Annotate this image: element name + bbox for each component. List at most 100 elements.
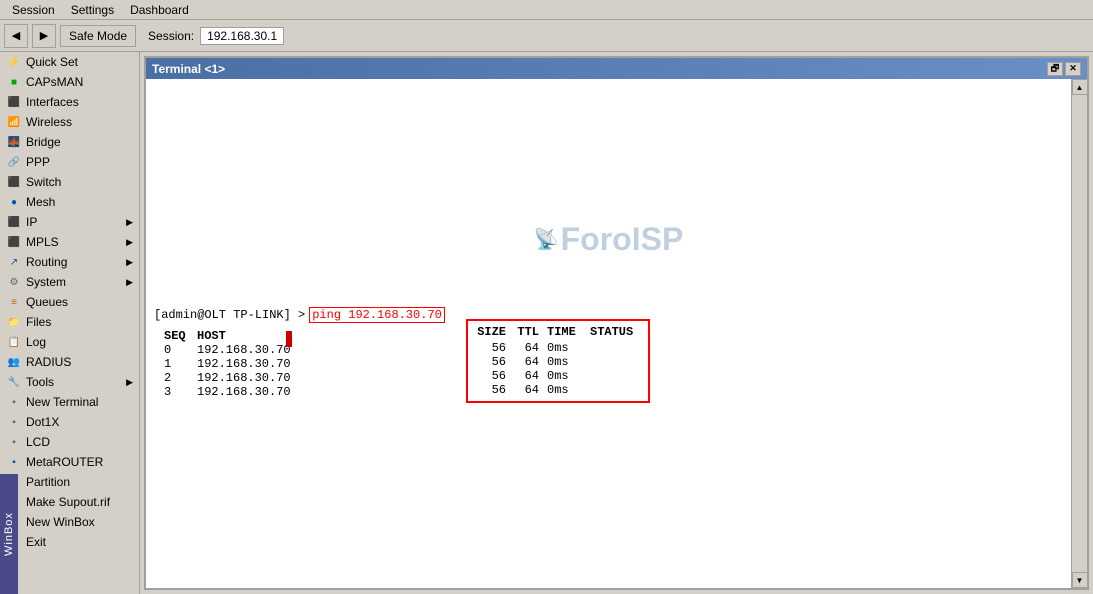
sidebar-item-mesh[interactable]: ● Mesh	[0, 192, 139, 212]
pr3-time: 0ms	[547, 383, 582, 397]
pr3-ttl: 64	[514, 383, 539, 397]
main-layout: ⚡ Quick Set ■ CAPsMAN ⬛ Interfaces 📶 Wir…	[0, 52, 1093, 594]
sidebar-label-mesh: Mesh	[26, 195, 55, 209]
sidebar-item-dot1x[interactable]: ▪ Dot1X	[0, 412, 139, 432]
terminal-content: 📡 ForoISP [admin@OLT TP-LINK] > ping 192…	[146, 79, 1071, 407]
pr2-ttl: 64	[514, 369, 539, 383]
sidebar-item-ip[interactable]: ⬛ IP ▶	[0, 212, 139, 232]
sidebar-item-routing[interactable]: ↗ Routing ▶	[0, 252, 139, 272]
sidebar-label-switch: Switch	[26, 175, 61, 189]
sidebar-item-tools[interactable]: 🔧 Tools ▶	[0, 372, 139, 392]
sidebar-label-lcd: LCD	[26, 435, 50, 449]
sidebar-label-tools: Tools	[26, 375, 54, 389]
header-host: HOST	[197, 329, 317, 343]
row3-host: 192.168.30.70	[197, 385, 317, 399]
menu-settings[interactable]: Settings	[63, 1, 122, 19]
scrollbar-track[interactable]	[1072, 95, 1087, 572]
sidebar-item-wireless[interactable]: 📶 Wireless	[0, 112, 139, 132]
terminal-prompt: [admin@OLT TP-LINK] >	[154, 308, 305, 322]
sidebar-item-ppp[interactable]: 🔗 PPP	[0, 152, 139, 172]
sidebar-item-partition[interactable]: ▪ Partition	[0, 472, 139, 492]
back-button[interactable]: ◀	[4, 24, 28, 48]
sidebar-label-queues: Queues	[26, 295, 68, 309]
watermark-text: ForoISP	[561, 221, 684, 258]
tools-arrow: ▶	[126, 377, 133, 388]
sidebar-item-log[interactable]: 📋 Log	[0, 332, 139, 352]
terminal-scrollbar: ▲ ▼	[1071, 79, 1087, 588]
session-label: Session:	[148, 29, 194, 43]
forward-button[interactable]: ▶	[32, 24, 56, 48]
sidebar-item-metarouter[interactable]: ▪ MetaROUTER	[0, 452, 139, 472]
sidebar-item-files[interactable]: 📁 Files	[0, 312, 139, 332]
mesh-icon: ●	[6, 194, 22, 210]
files-icon: 📁	[6, 314, 22, 330]
new-terminal-icon: ▪	[6, 394, 22, 410]
pr0-size: 56	[476, 341, 506, 355]
pr1-ttl: 64	[514, 355, 539, 369]
session-value: 192.168.30.1	[200, 27, 284, 45]
sidebar-item-radius[interactable]: 👥 RADIUS	[0, 352, 139, 372]
safe-mode-button[interactable]: Safe Mode	[60, 25, 136, 47]
terminal-controls: 🗗 ✕	[1047, 62, 1081, 76]
ping-results-box: SIZE TTL TIME STATUS 56 64 0ms	[466, 319, 650, 403]
sidebar-item-switch[interactable]: ⬛ Switch	[0, 172, 139, 192]
terminal-body[interactable]: 📡 ForoISP [admin@OLT TP-LINK] > ping 192…	[146, 79, 1071, 588]
wireless-icon: 📶	[6, 114, 22, 130]
mpls-arrow: ▶	[126, 237, 133, 248]
header-seq: SEQ	[164, 329, 189, 343]
quick-set-icon: ⚡	[6, 54, 22, 70]
terminal-title: Terminal <1>	[152, 62, 1047, 76]
sidebar-item-quick-set[interactable]: ⚡ Quick Set	[0, 52, 139, 72]
menu-bar: Session Settings Dashboard	[0, 0, 1093, 20]
terminal-restore-button[interactable]: 🗗	[1047, 62, 1063, 76]
sidebar-label-system: System	[26, 275, 66, 289]
row3-seq: 3	[164, 385, 189, 399]
pr2-size: 56	[476, 369, 506, 383]
ping-result-row-2: 56 64 0ms	[476, 369, 640, 383]
ping-result-row-1: 56 64 0ms	[476, 355, 640, 369]
menu-dashboard[interactable]: Dashboard	[122, 1, 197, 19]
sidebar-label-partition: Partition	[26, 475, 70, 489]
sidebar-item-system[interactable]: ⚙ System ▶	[0, 272, 139, 292]
scrollbar-down-button[interactable]: ▼	[1072, 572, 1088, 588]
pr1-status	[590, 355, 640, 369]
sidebar-label-ppp: PPP	[26, 155, 50, 169]
toolbar: ◀ ▶ Safe Mode Session: 192.168.30.1	[0, 20, 1093, 52]
sidebar-item-mpls[interactable]: ⬛ MPLS ▶	[0, 232, 139, 252]
sidebar-item-queues[interactable]: ≡ Queues	[0, 292, 139, 312]
terminal-command: ping 192.168.30.70	[309, 307, 445, 323]
pr1-time: 0ms	[547, 355, 582, 369]
interfaces-icon: ⬛	[6, 94, 22, 110]
mpls-icon: ⬛	[6, 234, 22, 250]
scrollbar-up-button[interactable]: ▲	[1072, 79, 1088, 95]
sidebar-item-interfaces[interactable]: ⬛ Interfaces	[0, 92, 139, 112]
ip-arrow: ▶	[126, 217, 133, 228]
sidebar-item-make-supout[interactable]: ▪ Make Supout.rif	[0, 492, 139, 512]
dot1x-icon: ▪	[6, 414, 22, 430]
terminal-close-button[interactable]: ✕	[1065, 62, 1081, 76]
queues-icon: ≡	[6, 294, 22, 310]
watermark-antenna: 📡	[534, 227, 559, 252]
sidebar-item-bridge[interactable]: 🌉 Bridge	[0, 132, 139, 152]
sidebar-label-new-winbox: New WinBox	[26, 515, 95, 529]
sidebar-label-capsman: CAPsMAN	[26, 75, 83, 89]
terminal-inner: 📡 ForoISP [admin@OLT TP-LINK] > ping 192…	[146, 79, 1087, 588]
row0-seq: 0	[164, 343, 189, 357]
sidebar-label-metarouter: MetaROUTER	[26, 455, 103, 469]
sidebar-item-lcd[interactable]: ▪ LCD	[0, 432, 139, 452]
sidebar-label-wireless: Wireless	[26, 115, 72, 129]
pr3-size: 56	[476, 383, 506, 397]
menu-session[interactable]: Session	[4, 1, 63, 19]
row2-seq: 2	[164, 371, 189, 385]
terminal-cursor	[286, 331, 292, 347]
capsman-icon: ■	[6, 74, 22, 90]
sidebar-label-log: Log	[26, 335, 46, 349]
system-icon: ⚙	[6, 274, 22, 290]
sidebar-label-new-terminal: New Terminal	[26, 395, 98, 409]
ip-icon: ⬛	[6, 214, 22, 230]
sidebar-label-dot1x: Dot1X	[26, 415, 59, 429]
sidebar-item-exit[interactable]: ✖ Exit	[0, 532, 139, 552]
sidebar-item-new-winbox[interactable]: ○ New WinBox	[0, 512, 139, 532]
sidebar-item-new-terminal[interactable]: ▪ New Terminal	[0, 392, 139, 412]
sidebar-item-capsman[interactable]: ■ CAPsMAN	[0, 72, 139, 92]
